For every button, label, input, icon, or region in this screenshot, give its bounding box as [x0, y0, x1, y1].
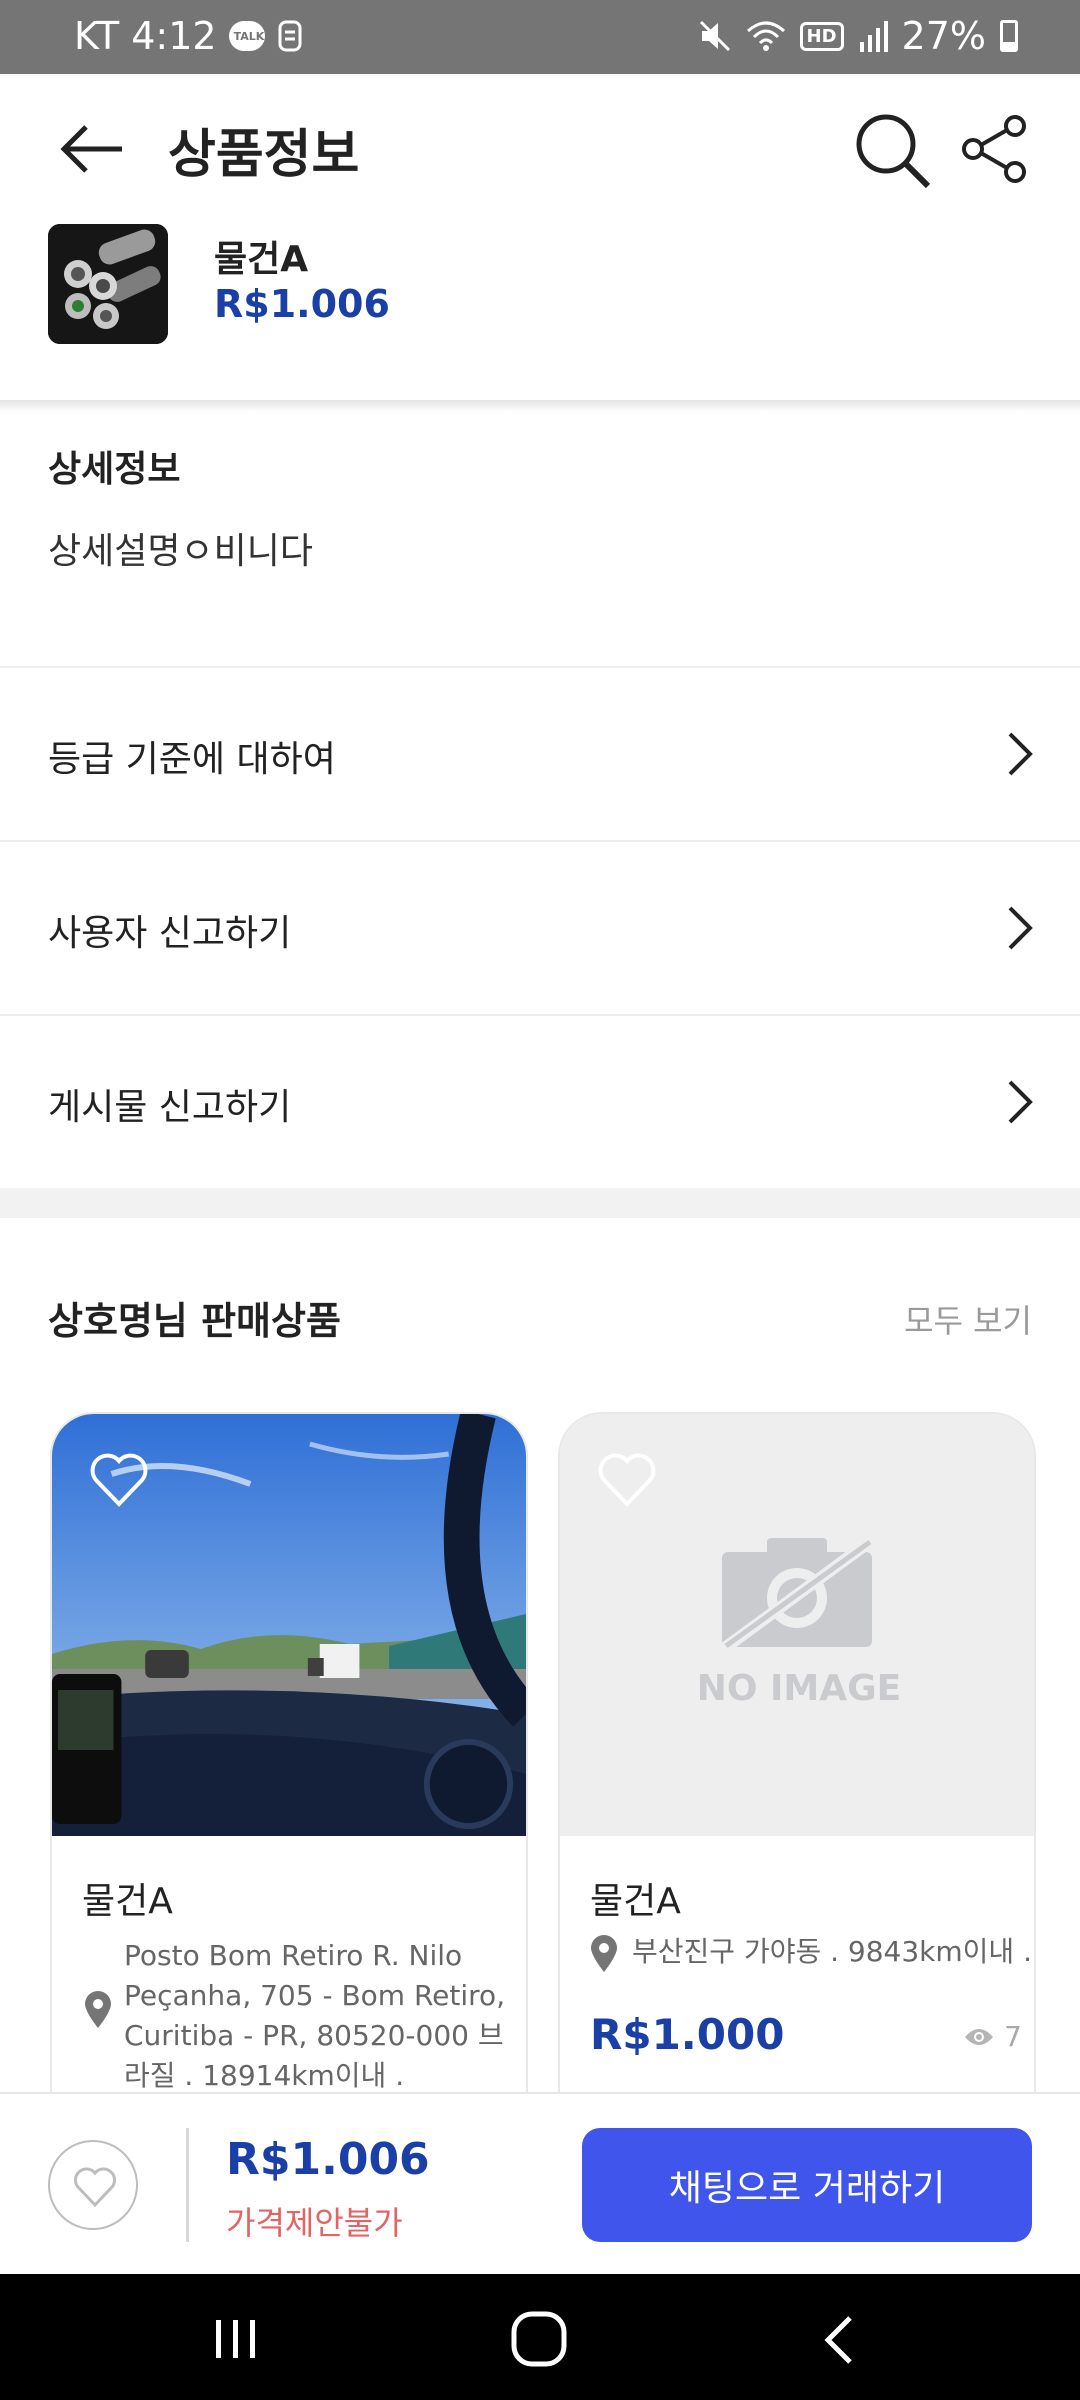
back-arrow-icon[interactable]	[58, 114, 128, 184]
signal-icon	[859, 21, 888, 52]
notification-icon	[278, 20, 302, 52]
section-divider	[0, 400, 1080, 412]
battery-icon	[1000, 20, 1018, 52]
chat-trade-button[interactable]: 채팅으로 거래하기	[582, 2128, 1032, 2242]
eye-icon	[965, 2028, 994, 2045]
page-title: 상품정보	[168, 125, 360, 185]
system-nav-bar	[0, 2274, 1080, 2400]
location-pin-icon	[591, 1935, 617, 1972]
product-price: R$1.006	[214, 282, 390, 326]
menu-item-report-post[interactable]: 게시물 신고하기	[0, 1014, 1080, 1188]
menu-item-report-user[interactable]: 사용자 신고하기	[0, 840, 1080, 1014]
product-name: 물건A	[214, 239, 309, 280]
menu-item-label: 사용자 신고하기	[48, 913, 292, 954]
card-product-name: 물건A	[82, 1881, 173, 1922]
kakaotalk-icon: TALK	[228, 21, 265, 51]
product-card[interactable]: NO IMAGE 물건A 부산진구 가야동 . 9843km이내 . R$1.0…	[558, 1412, 1036, 2112]
location-pin-icon	[85, 1991, 111, 2028]
no-image-text: NO IMAGE	[696, 1668, 902, 1709]
home-icon[interactable]	[510, 2310, 568, 2368]
no-image-icon	[718, 1535, 876, 1652]
chevron-right-icon	[1008, 1080, 1033, 1124]
search-icon[interactable]	[852, 110, 932, 190]
menu-item-label: 게시물 신고하기	[48, 1087, 292, 1128]
bottom-action-bar: R$1.006 가격제안불가 채팅으로 거래하기	[0, 2092, 1080, 2274]
recent-apps-icon[interactable]	[212, 2318, 260, 2360]
carrier-time: KT 4:12	[74, 14, 217, 58]
heart-icon[interactable]	[596, 1452, 658, 1508]
product-card[interactable]: 물건A Posto Bom Retiro R. Nilo Peçanha, 70…	[50, 1412, 528, 2112]
card-location: 부산진구 가야동 . 9843km이내 .	[632, 1935, 1032, 1968]
card-price: R$1.000	[590, 2010, 785, 2059]
wifi-icon	[746, 21, 785, 51]
view-all-link[interactable]: 모두 보기	[904, 1296, 1032, 1342]
section-separator	[0, 1188, 1080, 1218]
detail-title: 상세정보	[48, 449, 181, 490]
mute-icon	[699, 20, 730, 52]
nav-back-icon[interactable]	[820, 2312, 860, 2368]
menu-item-grade-criteria[interactable]: 등급 기준에 대하여	[0, 666, 1080, 840]
product-thumbnail	[48, 224, 168, 344]
chevron-right-icon	[1008, 732, 1033, 776]
card-location: Posto Bom Retiro R. Nilo Peçanha, 705 - …	[124, 1939, 506, 2092]
product-summary: 물건A R$1.006	[0, 224, 1080, 404]
view-count: 7	[964, 2020, 1022, 2053]
price-offer-status: 가격제안불가	[226, 2204, 403, 2242]
hd-badge: HD	[799, 21, 844, 51]
favorite-button[interactable]	[48, 2140, 138, 2230]
view-count-number: 7	[1004, 2020, 1022, 2053]
bottom-price: R$1.006	[226, 2134, 430, 2185]
seller-products-title: 상호명님 판매상품	[48, 1299, 341, 1343]
share-icon[interactable]	[960, 114, 1030, 184]
card-product-name: 물건A	[590, 1881, 681, 1922]
status-bar: KT 4:12 TALK HD 27%	[0, 0, 1080, 74]
app-header: 상품정보	[0, 74, 1080, 224]
detail-description: 상세설명ㅇ비니다	[48, 531, 313, 572]
chevron-right-icon	[1008, 906, 1033, 950]
battery-percent: 27%	[901, 14, 986, 58]
menu-item-label: 등급 기준에 대하여	[48, 739, 336, 780]
heart-icon[interactable]	[88, 1452, 150, 1508]
divider	[186, 2128, 189, 2242]
heart-icon	[74, 2167, 116, 2208]
